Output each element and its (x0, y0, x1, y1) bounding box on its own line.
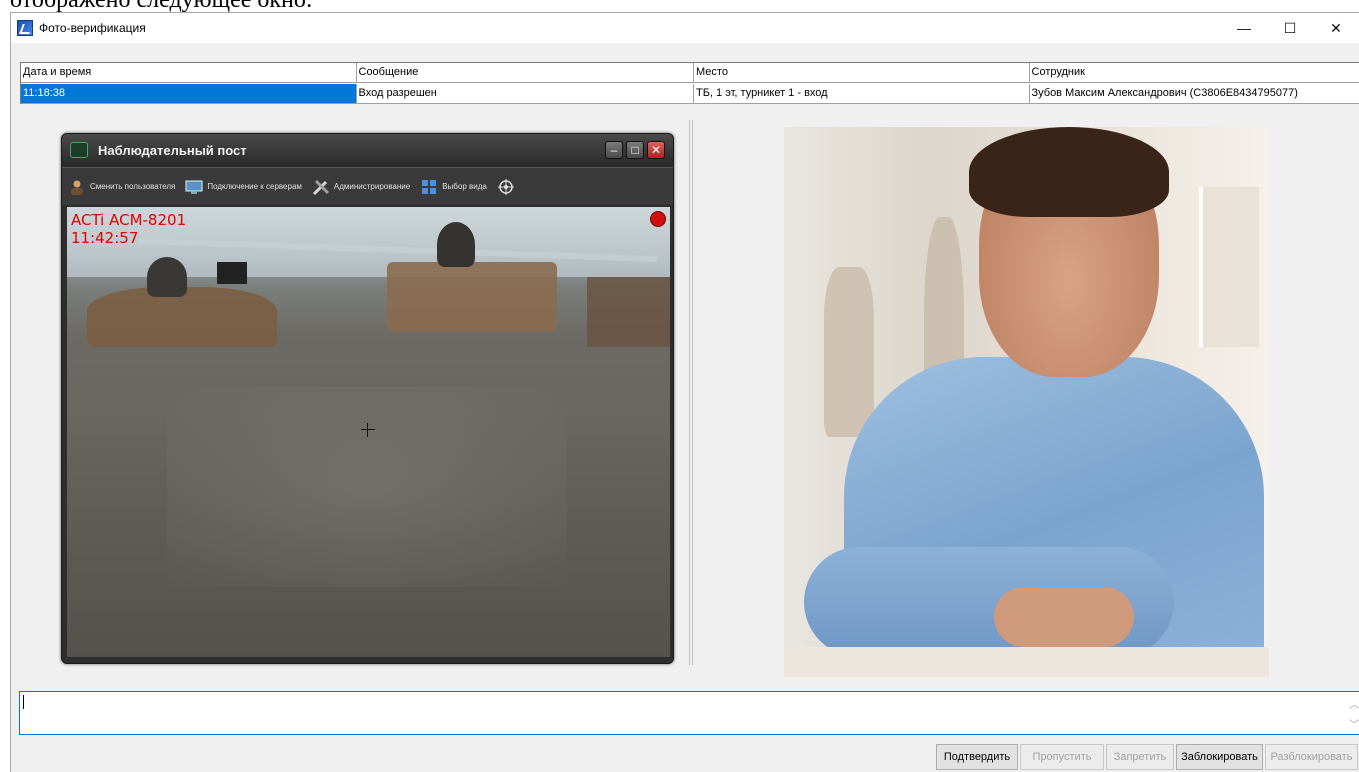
camera-video-feed[interactable]: ACTi ACM-8201 11:42:57 (67, 207, 670, 657)
view-select-label: Выбор вида (442, 182, 487, 191)
video-desk (587, 277, 670, 347)
close-button[interactable]: ✕ (1313, 13, 1359, 43)
scroll-down-icon[interactable]: ﹀ (1349, 716, 1359, 731)
observation-post-logo-icon (70, 142, 88, 158)
maximize-button[interactable]: ☐ (1267, 13, 1313, 43)
post-close-button[interactable]: ✕ (647, 141, 665, 159)
record-indicator-icon[interactable] (650, 211, 666, 227)
panel-splitter[interactable] (689, 120, 693, 665)
observation-post-toolbar: Сменить пользователя Подключение к серве… (62, 167, 673, 205)
unblock-button[interactable]: Разблокировать (1265, 744, 1358, 770)
photo-verification-window: Фото-верификация — ☐ ✕ Дата и время Сооб… (10, 12, 1359, 772)
title-bar: Фото-верификация — ☐ ✕ (11, 13, 1359, 43)
switch-user-label: Сменить пользователя (90, 182, 176, 191)
switch-user-button[interactable]: Сменить пользователя (68, 178, 175, 196)
post-maximize-button[interactable]: □ (626, 141, 644, 159)
cell-place[interactable]: ТБ, 1 эт, турникет 1 - вход (694, 84, 1030, 104)
crosshair-icon (361, 423, 375, 437)
observation-post-title-bar: Наблюдательный пост – □ ✕ (62, 134, 673, 166)
column-header-place[interactable]: Место (694, 63, 1030, 83)
window-title: Фото-верификация (39, 21, 146, 35)
minimize-button[interactable]: — (1221, 13, 1267, 43)
column-header-datetime[interactable]: Дата и время (21, 63, 357, 83)
cell-employee[interactable]: Зубов Максим Александрович (C3806E843479… (1029, 84, 1359, 104)
photo-hair (969, 127, 1169, 217)
events-grid: Дата и время Сообщение Место Сотрудник 1… (20, 62, 1359, 104)
servers-icon (185, 178, 203, 196)
block-button[interactable]: Заблокировать (1176, 744, 1263, 770)
video-person (147, 257, 187, 297)
connect-servers-button[interactable]: Подключение к серверам (185, 178, 302, 196)
scroll-up-icon[interactable]: ︿ (1349, 696, 1359, 711)
administration-label: Администрирование (333, 182, 411, 191)
app-icon (17, 20, 33, 36)
cell-message[interactable]: Вход разрешен (356, 84, 694, 104)
observation-post-title: Наблюдательный пост (98, 143, 247, 158)
photo-table (784, 647, 1269, 677)
deny-button[interactable]: Запретить (1106, 744, 1174, 770)
network-button[interactable] (497, 178, 519, 196)
observation-post-window: Наблюдательный пост – □ ✕ Сменить пользо… (61, 133, 674, 664)
camera-time: 11:42:57 (71, 229, 139, 247)
view-select-button[interactable]: Выбор вида (420, 178, 487, 196)
video-person (437, 222, 475, 267)
user-icon (68, 178, 86, 196)
administration-button[interactable]: Администрирование (312, 178, 410, 196)
video-floor (167, 387, 567, 587)
video-monitor (217, 262, 247, 284)
network-icon (497, 178, 515, 196)
photo-hand (994, 587, 1134, 647)
post-minimize-button[interactable]: – (605, 141, 623, 159)
tools-icon (312, 178, 330, 196)
video-desk (387, 262, 557, 332)
connect-servers-label: Подключение к серверам (207, 182, 302, 191)
column-header-message[interactable]: Сообщение (356, 63, 694, 83)
camera-name: ACTi ACM-8201 (71, 211, 187, 229)
skip-button[interactable]: Пропустить (1020, 744, 1104, 770)
confirm-button[interactable]: Подтвердить (936, 744, 1018, 770)
employee-photo (784, 127, 1269, 677)
photo-background-person (824, 267, 874, 437)
photo-shelf (1199, 187, 1259, 347)
comment-textarea[interactable]: ︿ ﹀ (19, 691, 1359, 735)
grid-header: Дата и время Сообщение Место Сотрудник (21, 63, 1359, 83)
cell-datetime[interactable]: 11:18:38 (21, 84, 357, 104)
text-caret (23, 695, 24, 709)
layout-icon (420, 178, 438, 196)
column-header-employee[interactable]: Сотрудник (1029, 63, 1359, 83)
table-row[interactable]: 11:18:38 Вход разрешен ТБ, 1 эт, турнике… (21, 84, 1359, 104)
